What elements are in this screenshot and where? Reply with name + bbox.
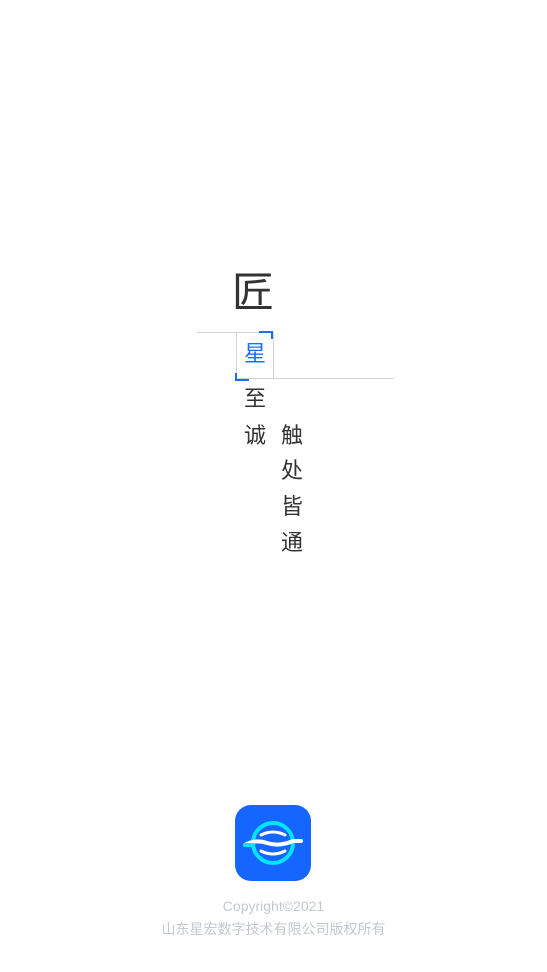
app-logo [235, 805, 311, 881]
slogan-char-chu2: 处 [280, 459, 303, 484]
copyright-text: Copyright©2021 [222, 898, 325, 914]
lower-rule [236, 378, 394, 379]
slogan-char-xing: 星 [243, 342, 266, 367]
orbit-ring-logo-icon [243, 821, 303, 865]
slogan-char-cheng: 诚 [243, 424, 266, 449]
slogan-char-jiang: 匠 [232, 268, 275, 317]
slogan-char-tong: 通 [280, 531, 303, 556]
slogan-char-zhi: 至 [243, 387, 266, 412]
right-vrule [273, 332, 274, 378]
corner-bottom-left [235, 373, 249, 381]
left-vrule [236, 332, 237, 378]
company-text: 山东星宏数字技术有限公司版权所有 [161, 922, 386, 938]
slogan-char-jie: 皆 [280, 495, 303, 520]
corner-top-right [259, 331, 273, 339]
slogan-char-chu: 触 [280, 424, 303, 449]
